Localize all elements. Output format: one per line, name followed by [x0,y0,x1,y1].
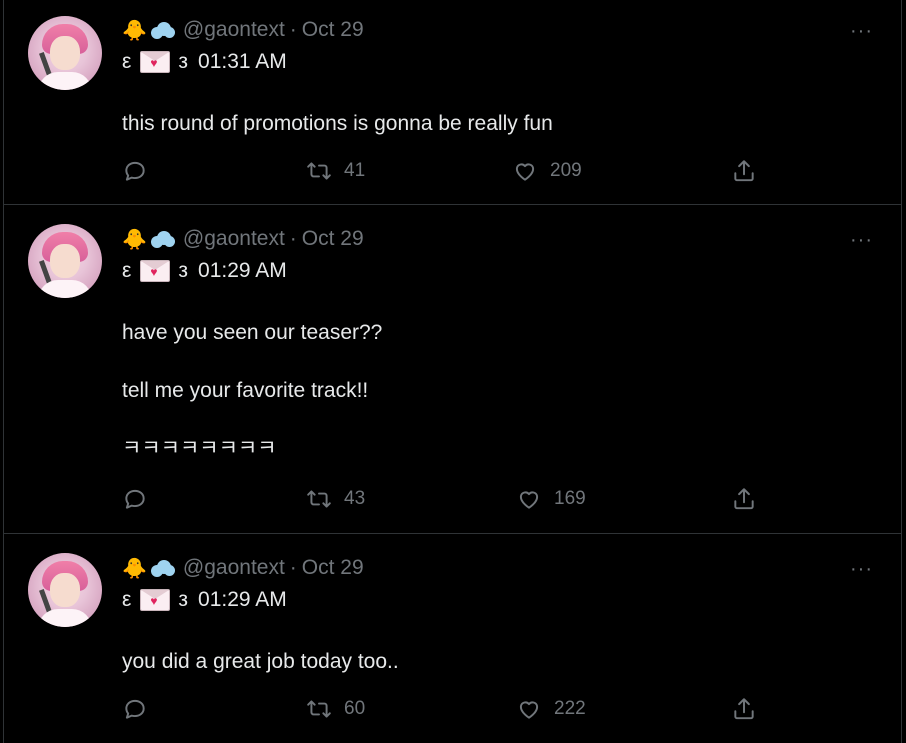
heart-icon [519,491,539,509]
separator-dot: · [289,18,297,41]
tweet-header: 🐥 @gaontext · Oct 29 [122,226,364,252]
tweet-header: 🐥 @gaontext · Oct 29 [122,555,364,581]
retweet-button[interactable]: 60 [306,696,365,722]
cloud-icon [149,230,175,248]
avatar[interactable] [28,553,102,627]
more-options-icon[interactable]: ··· [850,558,873,581]
display-name: ε ♥ з 01:29 AM [122,588,287,611]
share-button[interactable] [731,158,757,184]
chick-icon: 🐥 [122,228,147,251]
tweet-text: this round of promotions is gonna be rea… [122,112,553,135]
cloud-icon [149,559,175,577]
reply-icon [125,489,145,509]
like-count: 222 [554,698,586,719]
display-name-time: 01:29 AM [198,259,287,282]
share-icon [734,698,754,720]
separator-dot: · [289,556,297,579]
share-icon [734,160,754,182]
display-name-time: 01:29 AM [198,588,287,611]
avatar[interactable] [28,16,102,90]
display-name: ε ♥ з 01:29 AM [122,259,287,282]
retweet-count: 43 [344,488,366,509]
user-handle[interactable]: @gaontext [183,227,285,251]
tweet-header: 🐥 @gaontext · Oct 29 [122,17,364,43]
like-count: 169 [554,488,586,509]
tweet-text: you did a great job today too.. [122,650,399,673]
tweet-date[interactable]: Oct 29 [302,227,364,251]
tweet-date[interactable]: Oct 29 [302,556,364,580]
tweet-text: have you seen our teaser?? tell me your … [122,321,383,460]
reply-icon [125,699,145,719]
reply-button[interactable] [122,696,148,722]
more-options-icon[interactable]: ··· [850,229,873,252]
retweet-button[interactable]: 43 [306,486,365,512]
retweet-count: 41 [344,160,366,181]
more-options-icon[interactable]: ··· [850,20,873,43]
retweet-icon [307,490,331,508]
love-letter-icon: ♥ [140,51,171,73]
share-button[interactable] [731,696,757,722]
separator-dot: · [289,227,297,250]
user-handle[interactable]: @gaontext [183,18,285,42]
tweet[interactable]: 🐥 @gaontext · Oct 29 ··· ε ♥ з 01:31 AM … [4,0,901,205]
user-handle[interactable]: @gaontext [183,556,285,580]
like-button[interactable]: 209 [512,158,582,184]
chick-icon: 🐥 [122,557,147,580]
display-name: ε ♥ з 01:31 AM [122,50,287,73]
like-button[interactable]: 169 [516,486,586,512]
tweet[interactable]: 🐥 @gaontext · Oct 29 ··· ε ♥ з 01:29 AM … [4,533,901,743]
tweet-actions: 60 222 [122,696,762,724]
love-letter-icon: ♥ [140,260,171,282]
tweet-actions: 41 209 [122,158,762,186]
tweet-actions: 43 169 [122,486,762,514]
timeline: 🐥 @gaontext · Oct 29 ··· ε ♥ з 01:31 AM … [3,0,902,743]
reply-button[interactable] [122,486,148,512]
retweet-icon [307,162,331,180]
heart-icon [519,701,539,719]
like-count: 209 [550,160,582,181]
tweet[interactable]: 🐥 @gaontext · Oct 29 ··· ε ♥ з 01:29 AM … [4,204,901,534]
share-button[interactable] [731,486,757,512]
share-icon [734,488,754,510]
heart-icon [515,163,535,181]
display-name-time: 01:31 AM [198,50,287,73]
retweet-count: 60 [344,698,366,719]
love-letter-icon: ♥ [140,589,171,611]
tweet-date[interactable]: Oct 29 [302,18,364,42]
like-button[interactable]: 222 [516,696,586,722]
avatar[interactable] [28,224,102,298]
retweet-icon [307,700,331,718]
retweet-button[interactable]: 41 [306,158,365,184]
reply-button[interactable] [122,158,148,184]
chick-icon: 🐥 [122,19,147,42]
cloud-icon [149,21,175,39]
reply-icon [125,161,145,181]
